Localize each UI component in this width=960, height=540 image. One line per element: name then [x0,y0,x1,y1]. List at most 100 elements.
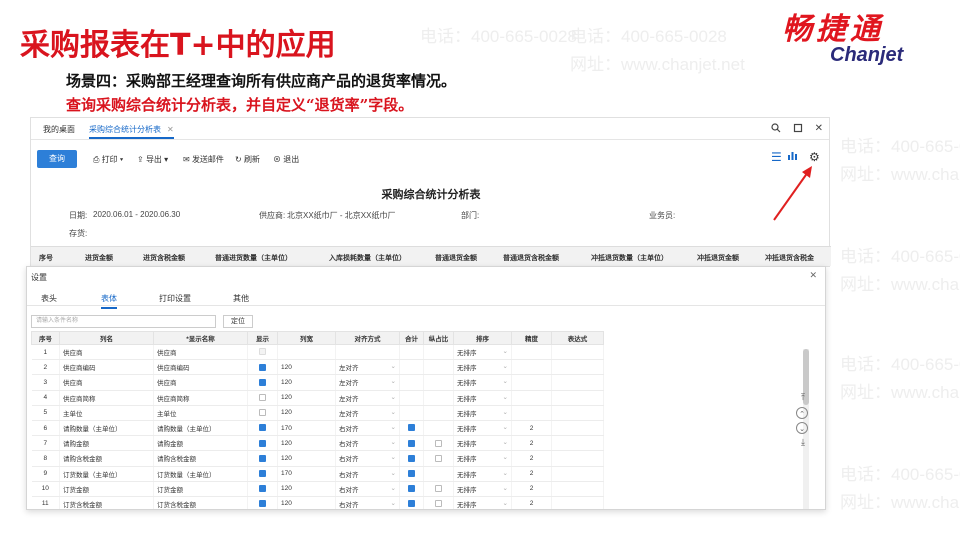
table-row[interactable]: 5 主单位 主单位 120 左对齐 ⌄ 无排序 ⌄ [31,405,604,421]
expression-cell[interactable] [551,405,604,421]
display-name[interactable]: 请购金额 [153,435,248,452]
display-name[interactable]: 供应商简称 [153,390,248,406]
expression-cell[interactable] [551,435,604,452]
table-row[interactable]: 9 订货数量（主单位） 订货数量（主单位） 170 右对齐 ⌄ 无排序 ⌄ 2 [31,466,604,482]
align-cell[interactable]: 左对齐 ⌄ [335,405,400,421]
table-row[interactable]: 11 订货含税金额 订货含税金额 120 右对齐 ⌄ 无排序 ⌄ 2 [31,496,604,509]
display-name[interactable]: 主单位 [153,405,248,421]
width-cell[interactable]: 120 [277,450,336,467]
show-checkbox[interactable] [259,394,266,402]
show-checkbox[interactable] [259,409,266,417]
tab-header[interactable]: 表头 [41,293,57,304]
align-cell[interactable]: 左对齐 ⌄ [335,374,400,391]
width-cell[interactable]: 120 [277,405,336,421]
ratio-checkbox[interactable] [435,500,442,508]
precision-cell[interactable] [511,405,552,421]
show-checkbox[interactable] [259,469,266,477]
width-cell[interactable]: 120 [277,390,336,406]
show-checkbox[interactable] [259,378,266,386]
tab-report[interactable]: 采购综合统计分析表 ✕ [89,124,174,139]
expression-cell[interactable] [551,420,604,437]
display-name[interactable]: 供应商 [153,344,248,361]
precision-cell[interactable] [511,344,552,361]
export-button[interactable]: ⇪ 导出 ▾ [137,154,168,165]
print-button[interactable]: ⎙ 打印 ▾ [93,154,123,165]
tab-desktop[interactable]: 我的桌面 [43,124,75,135]
align-cell[interactable]: 右对齐 ⌄ [335,435,400,452]
close-icon[interactable]: ✕ [167,125,174,134]
search-icon[interactable] [771,123,781,136]
sort-cell[interactable]: 无排序 ⌄ [453,405,512,421]
expression-cell[interactable] [551,390,604,406]
align-cell[interactable] [335,344,400,361]
refresh-button[interactable]: ↻ 刷新 [235,154,260,165]
align-cell[interactable]: 右对齐 ⌄ [335,450,400,467]
expression-cell[interactable] [551,374,604,391]
sort-cell[interactable]: 无排序 ⌄ [453,344,512,361]
move-down-icon[interactable]: ⌄ [796,422,808,434]
precision-cell[interactable] [511,374,552,391]
exit-button[interactable]: ⊗ 退出 [273,154,299,165]
align-cell[interactable]: 右对齐 ⌄ [335,420,400,437]
sum-checkbox[interactable] [408,439,415,447]
precision-cell[interactable] [511,390,552,406]
display-name[interactable]: 供应商编码 [153,359,248,376]
table-row[interactable]: 4 供应商简称 供应商简称 120 左对齐 ⌄ 无排序 ⌄ [31,390,604,406]
close-icon[interactable]: ✕ [809,270,817,281]
ratio-checkbox[interactable] [435,485,442,493]
display-name[interactable]: 请购数量（主单位） [153,420,248,437]
precision-cell[interactable] [511,359,552,376]
ratio-checkbox[interactable] [435,454,442,462]
display-name[interactable]: 订货金额 [153,481,248,497]
tab-other[interactable]: 其他 [233,293,249,304]
query-button[interactable]: 查询 [37,150,77,168]
display-name[interactable]: 供应商 [153,374,248,391]
expression-cell[interactable] [551,359,604,376]
sort-cell[interactable]: 无排序 ⌄ [453,450,512,467]
sort-cell[interactable]: 无排序 ⌄ [453,374,512,391]
show-checkbox[interactable] [259,454,266,462]
expression-cell[interactable] [551,481,604,497]
align-cell[interactable]: 左对齐 ⌄ [335,390,400,406]
expression-cell[interactable] [551,450,604,467]
display-name[interactable]: 请购含税金额 [153,450,248,467]
close-icon[interactable]: ✕ [815,123,823,136]
sort-cell[interactable]: 无排序 ⌄ [453,420,512,437]
precision-cell[interactable]: 2 [511,481,552,497]
sum-checkbox[interactable] [408,469,415,477]
expression-cell[interactable] [551,344,604,361]
show-checkbox[interactable] [259,500,266,508]
search-input[interactable]: 请输入条件名称 [31,315,216,328]
sort-cell[interactable]: 无排序 ⌄ [453,466,512,482]
table-row[interactable]: 2 供应商编码 供应商编码 120 左对齐 ⌄ 无排序 ⌄ [31,359,604,376]
width-cell[interactable]: 120 [277,481,336,497]
display-name[interactable]: 订货数量（主单位） [153,466,248,482]
show-checkbox[interactable] [259,439,266,447]
precision-cell[interactable]: 2 [511,435,552,452]
width-cell[interactable]: 120 [277,435,336,452]
table-row[interactable]: 6 请购数量（主单位） 请购数量（主单位） 170 右对齐 ⌄ 无排序 ⌄ 2 [31,420,604,437]
table-row[interactable]: 3 供应商 供应商 120 左对齐 ⌄ 无排序 ⌄ [31,374,604,391]
move-up-icon[interactable]: ⌃ [796,407,808,419]
show-checkbox[interactable] [259,485,266,493]
width-cell[interactable]: 120 [277,496,336,509]
move-to-top-icon[interactable]: ⤒ [796,392,810,404]
show-checkbox[interactable] [259,363,266,371]
width-cell[interactable]: 170 [277,466,336,482]
sort-cell[interactable]: 无排序 ⌄ [453,481,512,497]
precision-cell[interactable]: 2 [511,450,552,467]
sort-cell[interactable]: 无排序 ⌄ [453,359,512,376]
tab-print-settings[interactable]: 打印设置 [159,293,191,304]
send-mail-button[interactable]: ✉ 发送邮件 [183,154,224,165]
precision-cell[interactable]: 2 [511,420,552,437]
expression-cell[interactable] [551,466,604,482]
sort-cell[interactable]: 无排序 ⌄ [453,390,512,406]
precision-cell[interactable]: 2 [511,466,552,482]
sum-checkbox[interactable] [408,500,415,508]
ratio-checkbox[interactable] [435,439,442,447]
align-cell[interactable]: 左对齐 ⌄ [335,359,400,376]
restore-icon[interactable] [793,123,803,136]
align-cell[interactable]: 右对齐 ⌄ [335,481,400,497]
width-cell[interactable]: 120 [277,374,336,391]
move-to-bottom-icon[interactable]: ⤓ [796,437,810,449]
